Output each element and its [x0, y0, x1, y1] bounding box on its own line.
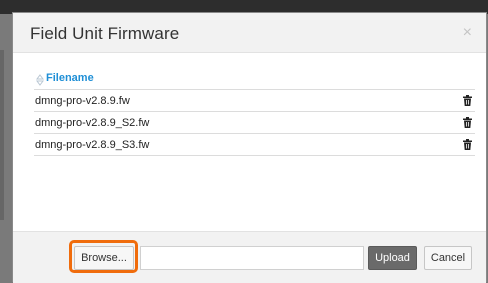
firmware-table: Filename dmng-pro-v2.8.9.fw dmng-pro-v2.… [34, 71, 475, 156]
table-row: dmng-pro-v2.8.9_S3.fw [34, 134, 475, 156]
filename-column-header[interactable]: Filename [34, 71, 475, 90]
file-path-input[interactable] [140, 246, 364, 270]
filename-header-label: Filename [46, 72, 94, 84]
browse-button[interactable]: Browse... [74, 246, 134, 270]
firmware-dialog: Field Unit Firmware × Filename dmng-pro-… [12, 12, 487, 283]
table-row: dmng-pro-v2.8.9_S2.fw [34, 112, 475, 134]
close-button[interactable]: × [463, 25, 472, 41]
dialog-header: Field Unit Firmware × [13, 13, 486, 53]
trash-icon[interactable] [463, 139, 472, 150]
cancel-button[interactable]: Cancel [424, 246, 472, 270]
upload-button[interactable]: Upload [368, 246, 417, 270]
sort-icon [36, 74, 44, 86]
filename-cell: dmng-pro-v2.8.9_S2.fw [35, 117, 150, 129]
table-row: dmng-pro-v2.8.9.fw [34, 90, 475, 112]
filename-cell: dmng-pro-v2.8.9.fw [35, 95, 130, 107]
trash-icon[interactable] [463, 117, 472, 128]
trash-icon[interactable] [463, 95, 472, 106]
filename-cell: dmng-pro-v2.8.9_S3.fw [35, 139, 150, 151]
dialog-title: Field Unit Firmware [30, 24, 180, 43]
dialog-footer: Browse... Upload Cancel [13, 231, 486, 283]
background-window-edge [0, 50, 4, 220]
